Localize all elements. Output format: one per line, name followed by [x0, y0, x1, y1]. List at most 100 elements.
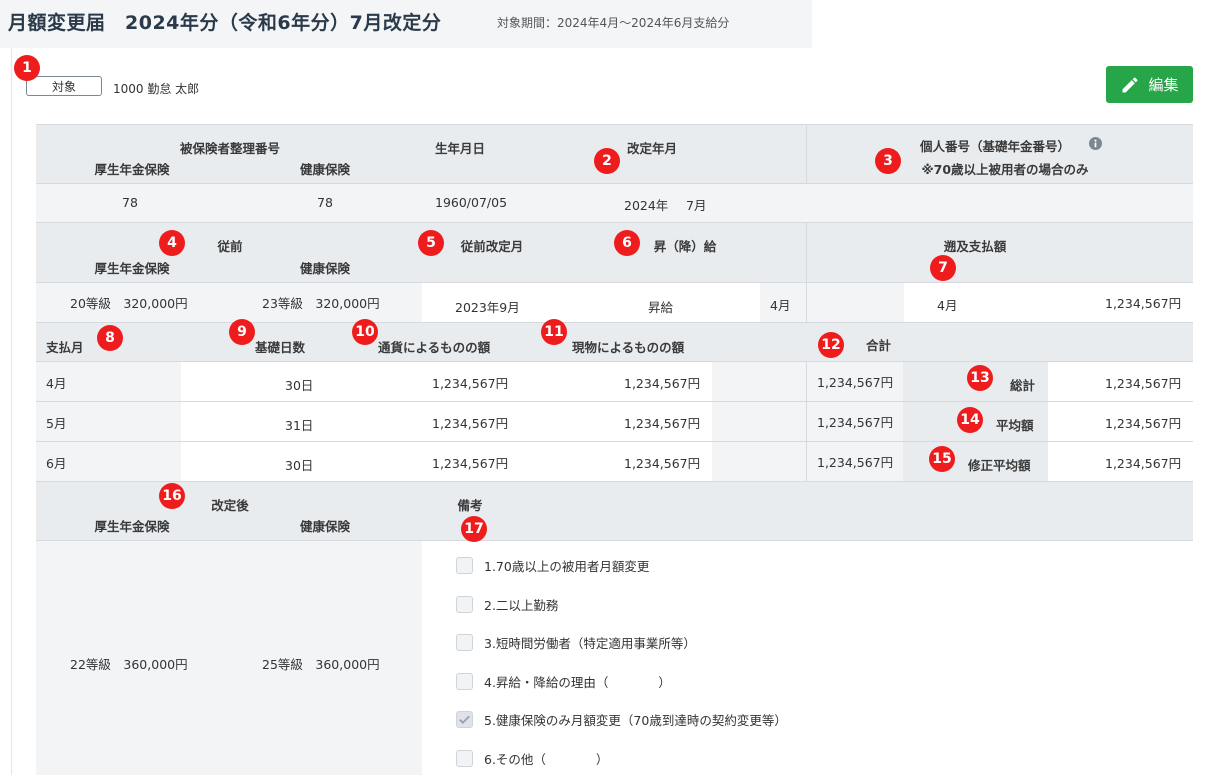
target-period: 対象期間：2024年4月～2024年6月支給分	[497, 16, 730, 30]
after-pension-value: 22等級 360,000円	[70, 657, 188, 672]
table-row-total: 1,234,567円	[817, 455, 894, 470]
annotation-badge: 8	[97, 325, 123, 351]
checkbox[interactable]	[456, 596, 473, 613]
pencil-icon	[1120, 75, 1140, 95]
kind-amount-header: 現物によるものの額	[572, 340, 685, 355]
table-row-month: 4月	[46, 376, 67, 391]
checkbox[interactable]	[456, 634, 473, 651]
sum-average-label: 平均額	[996, 418, 1034, 433]
raise-month-value: 4月	[770, 298, 791, 313]
divider	[806, 283, 807, 322]
divider	[806, 223, 807, 282]
currency-amount-header: 通貨によるものの額	[378, 340, 491, 355]
sum-total-label: 総計	[1010, 378, 1036, 393]
after-label: 改定後	[211, 498, 249, 513]
remark-checkbox-6[interactable]: 6.その他（ ）	[456, 749, 608, 768]
left-divider	[11, 48, 12, 775]
remark-label: 6.その他（ ）	[484, 752, 609, 767]
remark-label: 5.健康保険のみ月額変更（70歳到達時の契約変更等）	[484, 713, 787, 728]
prev-health-value: 23等級 320,000円	[262, 296, 380, 311]
after-pension-label: 厚生年金保険	[94, 519, 170, 534]
prev-revision-value: 2023年9月	[455, 300, 520, 315]
employee-name: 1000 勤怠 太郎	[113, 82, 200, 96]
annotation-badge: 6	[614, 230, 640, 256]
divider	[806, 362, 807, 482]
checkbox[interactable]	[456, 750, 473, 767]
table-row-kind: 1,234,567円	[624, 456, 701, 471]
sum-corrected-average-label: 修正平均額	[968, 458, 1031, 473]
annotation-badge: 17	[461, 516, 487, 542]
edit-button[interactable]: 編集	[1106, 66, 1193, 103]
annotation-badge: 5	[418, 230, 444, 256]
annotation-badge: 13	[967, 365, 993, 391]
edit-button-label: 編集	[1148, 76, 1179, 94]
remark-checkbox-1[interactable]: 1.70歳以上の被用者月額変更	[456, 556, 649, 575]
table-row-days: 30日	[285, 458, 314, 473]
table-row-days: 31日	[285, 418, 314, 433]
remark-checkbox-3[interactable]: 3.短時間労働者（特定適用事業所等）	[456, 633, 696, 652]
remark-label: 1.70歳以上の被用者月額変更	[484, 559, 650, 574]
mynumber-note: ※70歳以上被用者の場合のみ	[921, 162, 1089, 177]
retro-amount-value: 1,234,567円	[1105, 296, 1182, 311]
raise-type-value: 昇給	[648, 300, 674, 315]
after-health-label: 健康保険	[299, 519, 350, 534]
prev-pension-value: 20等級 320,000円	[70, 296, 188, 311]
annotation-badge: 14	[957, 407, 983, 433]
pension-number: 78	[122, 195, 138, 210]
remark-label: 2.二以上勤務	[484, 598, 559, 613]
remarks-label: 備考	[457, 498, 483, 513]
checkbox-checked[interactable]	[456, 711, 473, 728]
annotation-badge: 11	[541, 319, 567, 345]
table-row-currency: 1,234,567円	[432, 376, 509, 391]
total-header: 合計	[866, 338, 892, 353]
page-title: 月額変更届 2024年分（令和6年分）7月改定分	[8, 12, 442, 34]
checkbox[interactable]	[456, 673, 473, 690]
table-row-days: 30日	[285, 378, 314, 393]
divider	[36, 361, 1193, 362]
sum-corrected-average-value: 1,234,567円	[1105, 456, 1182, 471]
annotation-badge: 15	[929, 446, 955, 472]
revision-label: 改定年月	[626, 141, 677, 156]
birthdate-label: 生年月日	[434, 141, 485, 156]
annotation-badge: 1	[14, 55, 40, 81]
retro-month-value: 4月	[937, 298, 958, 313]
raise-label: 昇（降）給	[653, 239, 717, 254]
health-label: 健康保険	[299, 162, 350, 177]
table-row-month: 6月	[46, 456, 67, 471]
table-row-month: 5月	[46, 416, 67, 431]
pay-month-header: 支払月	[46, 340, 84, 355]
check-icon	[459, 715, 470, 725]
prev-health-label: 健康保険	[299, 261, 350, 276]
remark-label: 4.昇給・降給の理由（ ）	[484, 675, 671, 690]
prev-label: 従前	[217, 239, 243, 254]
remark-checkbox-4[interactable]: 4.昇給・降給の理由（ ）	[456, 672, 671, 691]
table-row-currency: 1,234,567円	[432, 416, 509, 431]
health-number: 78	[317, 195, 333, 210]
annotation-badge: 2	[594, 148, 620, 174]
remark-checkbox-2[interactable]: 2.二以上勤務	[456, 595, 558, 614]
info-icon[interactable]	[1089, 137, 1102, 154]
table-row-total: 1,234,567円	[817, 415, 894, 430]
divider	[806, 125, 807, 183]
section1-values-row	[36, 184, 1193, 222]
remark-checkbox-5[interactable]: 5.健康保険のみ月額変更（70歳到達時の契約変更等）	[456, 710, 787, 729]
base-days-header: 基礎日数	[255, 340, 306, 355]
retro-label: 遡及支払額	[943, 239, 1007, 254]
sum-total-value: 1,234,567円	[1105, 376, 1182, 391]
annotation-badge: 10	[352, 319, 378, 345]
prev-pension-label: 厚生年金保険	[94, 261, 170, 276]
mynumber-label: 個人番号（基礎年金番号）	[919, 139, 1070, 154]
target-button[interactable]: 対象	[26, 76, 102, 96]
checkbox[interactable]	[456, 557, 473, 574]
table-row-total: 1,234,567円	[817, 375, 894, 390]
table-row-currency: 1,234,567円	[432, 456, 509, 471]
birthdate-value: 1960/07/05	[435, 195, 508, 210]
insured-number-label: 被保険者整理番号	[179, 141, 280, 156]
annotation-badge: 4	[159, 230, 185, 256]
divider	[36, 401, 1193, 402]
revision-month: 7月	[686, 198, 707, 213]
prev-revision-label: 従前改定月	[460, 239, 524, 254]
annotation-badge: 9	[229, 319, 255, 345]
remark-label: 3.短時間労働者（特定適用事業所等）	[484, 636, 696, 651]
revision-year: 2024年	[624, 198, 669, 213]
